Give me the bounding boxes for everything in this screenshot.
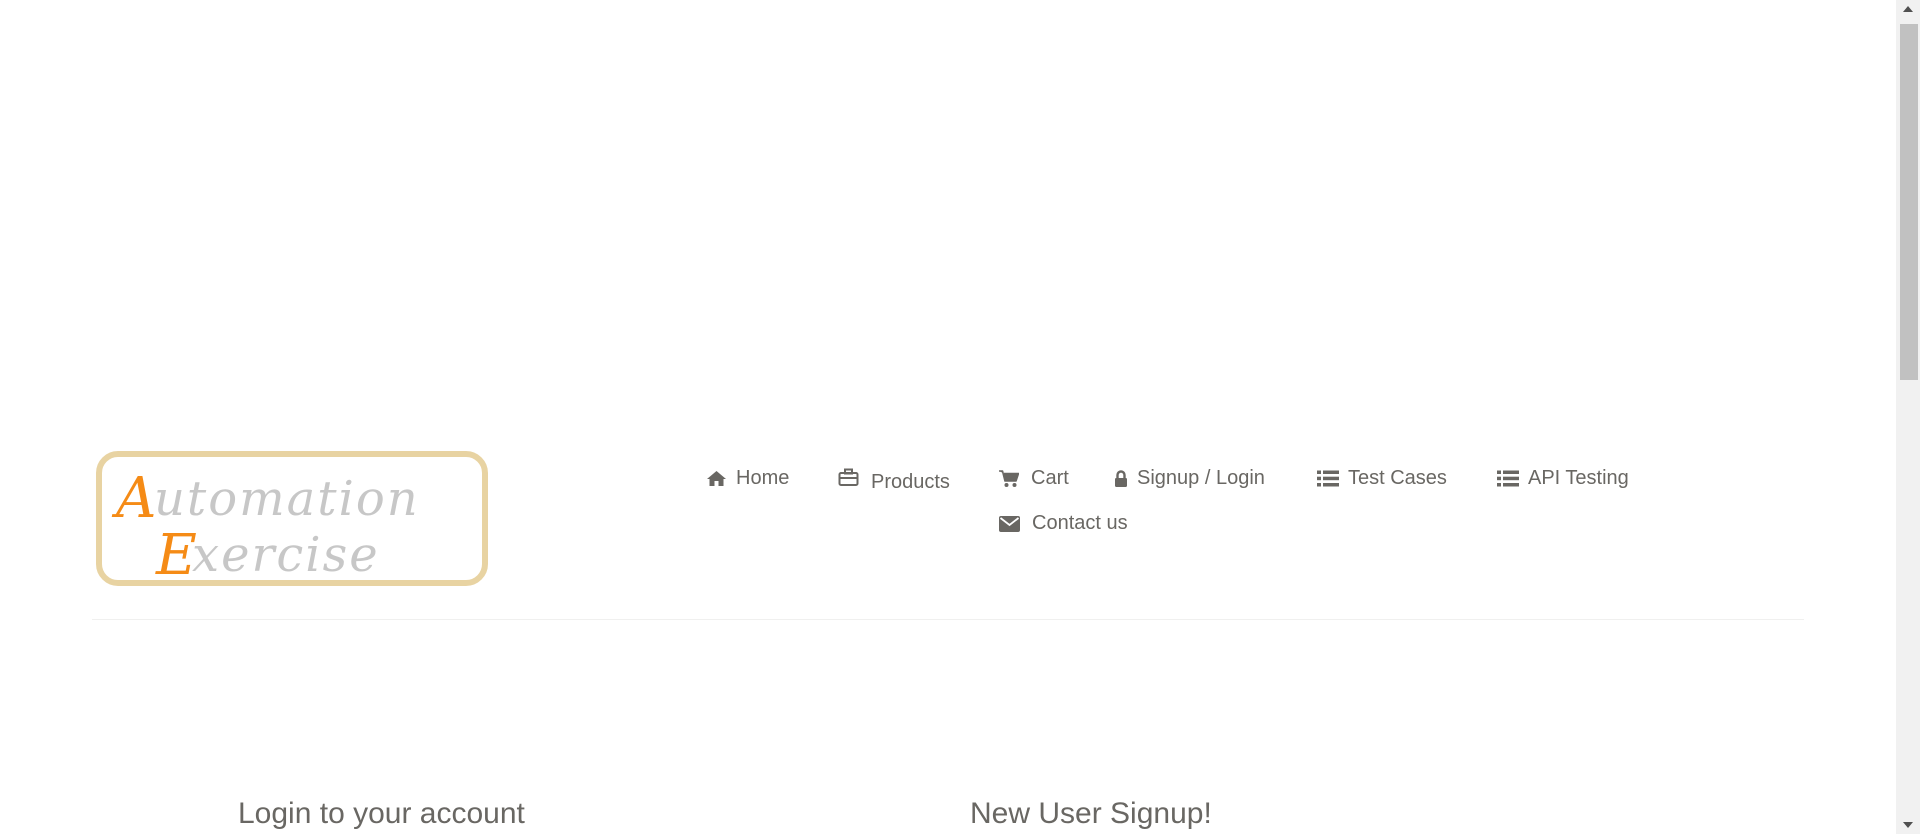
nav-products[interactable]: Products	[838, 467, 950, 494]
nav-signup-login[interactable]: Signup / Login	[1114, 467, 1265, 490]
nav-cart[interactable]: Cart	[999, 467, 1069, 490]
list-icon	[1497, 470, 1519, 487]
vertical-scrollbar[interactable]	[1896, 0, 1920, 834]
logo-graphic: A utomation E xercise	[111, 466, 420, 580]
nav-contact-us-label: Contact us	[1032, 512, 1128, 534]
header-divider	[92, 619, 1804, 620]
briefcase-icon	[838, 468, 859, 486]
scrollbar-thumb[interactable]	[1900, 24, 1918, 380]
nav-contact-us[interactable]: Contact us	[999, 512, 1128, 535]
nav-api-testing-label: API Testing	[1528, 467, 1629, 489]
cart-icon	[999, 469, 1019, 488]
svg-text:E: E	[155, 523, 197, 580]
scroll-up-arrow-icon[interactable]	[1896, 0, 1920, 18]
scroll-down-arrow-icon[interactable]	[1896, 816, 1920, 834]
page: A utomation E xercise Home Products Cart	[0, 0, 1896, 834]
list-icon	[1317, 470, 1339, 487]
svg-text:utomation: utomation	[154, 471, 420, 527]
nav-test-cases[interactable]: Test Cases	[1317, 467, 1447, 490]
site-logo[interactable]: A utomation E xercise	[96, 451, 488, 586]
nav-home[interactable]: Home	[706, 467, 789, 490]
login-form-title: Login to your account	[238, 797, 525, 830]
browser-viewport: A utomation E xercise Home Products Cart	[0, 0, 1920, 834]
lock-icon	[1114, 469, 1128, 488]
nav-products-label: Products	[871, 471, 950, 493]
nav-signup-login-label: Signup / Login	[1137, 467, 1265, 489]
svg-text:xercise: xercise	[192, 527, 380, 580]
home-icon	[706, 470, 727, 487]
signup-form-title: New User Signup!	[970, 797, 1212, 830]
nav-cart-label: Cart	[1031, 467, 1069, 489]
nav-home-label: Home	[736, 467, 790, 489]
nav-api-testing[interactable]: API Testing	[1497, 467, 1629, 490]
envelope-icon	[999, 515, 1020, 532]
svg-text:A: A	[111, 466, 156, 531]
nav-test-cases-label: Test Cases	[1348, 467, 1447, 489]
